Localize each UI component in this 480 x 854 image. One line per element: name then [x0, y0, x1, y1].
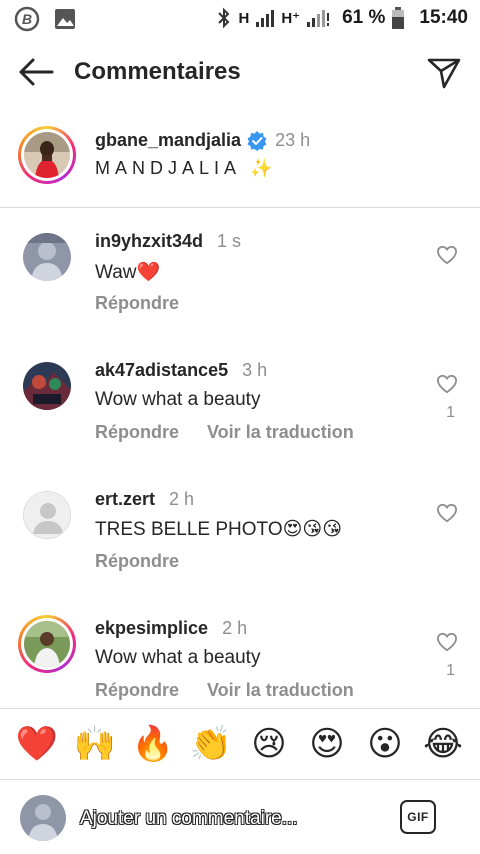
- battery-icon: [392, 7, 405, 29]
- comment-text: Wow what a beauty: [95, 647, 261, 668]
- back-arrow-icon[interactable]: [16, 56, 56, 88]
- bluetooth-icon: [218, 7, 230, 29]
- comment-input[interactable]: Ajouter un commentaire...: [80, 808, 380, 830]
- caption-avatar[interactable]: [18, 126, 76, 184]
- like-count: 1: [446, 662, 455, 679]
- see-translation-button[interactable]: Voir la traduction: [207, 422, 354, 443]
- gif-button[interactable]: GIF: [400, 800, 436, 834]
- comment-text: Waw❤️: [95, 262, 161, 283]
- comment-item: ak47adistance5 3 h Wow what a beauty Répo…: [0, 360, 480, 460]
- battery-percent: 61 %: [342, 7, 386, 28]
- post-caption: gbane_mandjalia 23 h MANDJALIA ✨: [0, 120, 480, 208]
- profile-photo-icon: [24, 621, 70, 667]
- comment-composer: Ajouter un commentaire... GIF: [0, 782, 480, 854]
- emoji-quick-bar: ❤️ 🙌 🔥 👏 😢 😍 😮 😂: [0, 708, 480, 780]
- emoji-laughing[interactable]: 😂: [419, 724, 467, 764]
- comment-username[interactable]: ekpesimplice: [95, 618, 208, 638]
- comment-avatar[interactable]: [23, 233, 71, 281]
- caption-text: MANDJALIA ✨: [95, 158, 278, 178]
- reply-button[interactable]: Répondre: [95, 680, 179, 701]
- clock: 15:40: [419, 7, 468, 28]
- emoji-surprised[interactable]: 😮: [361, 724, 409, 764]
- comment-item: in9yhzxit34d 1 s Waw❤️ Répondre: [0, 231, 480, 331]
- comment-username[interactable]: ert.zert: [95, 489, 155, 509]
- profile-photo-icon: [20, 795, 66, 841]
- emoji-clapping[interactable]: 👏: [187, 724, 235, 764]
- bluetooth-b-app-icon: B: [14, 6, 40, 32]
- reply-button[interactable]: Répondre: [95, 422, 179, 443]
- gallery-icon: [55, 9, 75, 29]
- comment-username[interactable]: in9yhzxit34d: [95, 231, 203, 251]
- like-heart-icon[interactable]: [436, 245, 458, 265]
- send-icon[interactable]: [426, 54, 462, 90]
- profile-photo-icon: [23, 362, 71, 410]
- default-avatar-icon: [24, 492, 70, 538]
- emoji-crying[interactable]: 😢: [245, 724, 293, 764]
- profile-photo-icon: [23, 233, 71, 281]
- network-type-1: H: [238, 9, 250, 27]
- comment-time: 3 h: [242, 360, 268, 380]
- like-heart-icon[interactable]: [436, 632, 458, 652]
- comment-avatar[interactable]: [23, 491, 71, 539]
- caption-username[interactable]: gbane_mandjalia: [95, 130, 241, 151]
- comment-item: ekpesimplice 2 h Wow what a beauty Répond…: [0, 615, 480, 708]
- emoji-fire[interactable]: 🔥: [129, 724, 177, 764]
- see-translation-button[interactable]: Voir la traduction: [207, 680, 354, 701]
- emoji-heart[interactable]: ❤️: [13, 724, 61, 764]
- like-heart-icon[interactable]: [436, 374, 458, 394]
- page-title: Commentaires: [74, 58, 241, 85]
- status-bar: B H H⁺ 61 % 15:40: [0, 0, 480, 38]
- comment-avatar[interactable]: [23, 362, 71, 410]
- svg-text:B: B: [22, 11, 32, 27]
- comment-time: 2 h: [222, 618, 248, 638]
- comment-text: TRES BELLE PHOTO😍😘😘: [95, 519, 343, 540]
- comment-text: Wow what a beauty: [95, 389, 261, 410]
- comment-time: 1 s: [217, 231, 242, 251]
- like-heart-icon[interactable]: [436, 503, 458, 523]
- reply-button[interactable]: Répondre: [95, 551, 179, 572]
- profile-photo-icon: [24, 132, 70, 178]
- comment-time: 2 h: [169, 489, 195, 509]
- signal-icon-1: [256, 10, 275, 27]
- like-count: 1: [446, 404, 455, 421]
- verified-badge-icon: [247, 130, 267, 151]
- emoji-raised-hands[interactable]: 🙌: [71, 724, 119, 764]
- reply-button[interactable]: Répondre: [95, 293, 179, 314]
- caption-time: 23 h: [275, 130, 311, 150]
- signal-icon-2: [307, 10, 330, 27]
- comment-username[interactable]: ak47adistance5: [95, 360, 228, 380]
- comment-avatar[interactable]: [18, 615, 76, 673]
- emoji-heart-eyes[interactable]: 😍: [303, 724, 351, 764]
- comment-item: ert.zert 2 h TRES BELLE PHOTO😍😘😘 Répondre: [0, 489, 480, 589]
- my-avatar: [20, 795, 66, 841]
- app-header: Commentaires: [0, 44, 480, 100]
- network-type-2: H⁺: [281, 10, 301, 27]
